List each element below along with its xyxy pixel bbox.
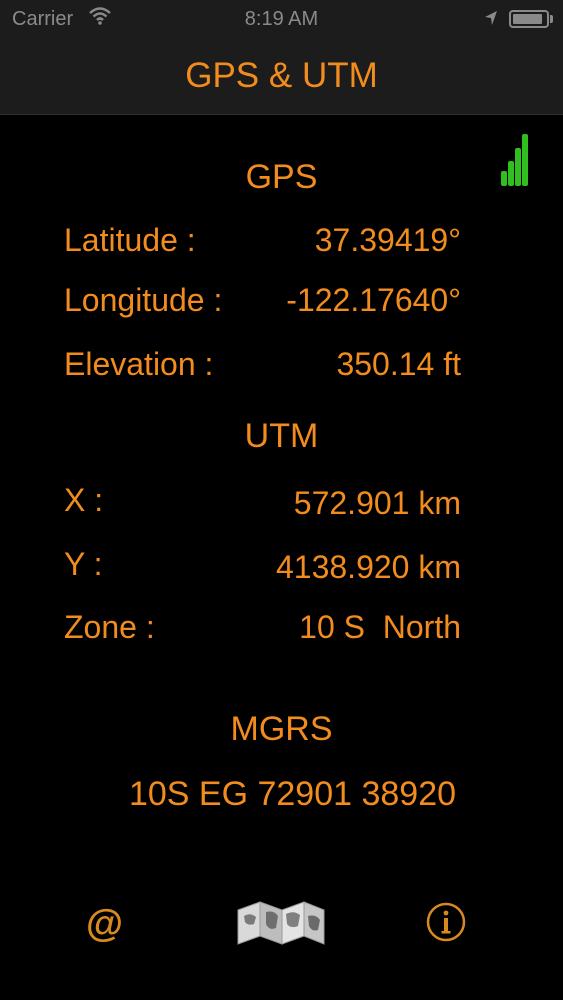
gps-section-title: GPS <box>245 158 318 196</box>
battery-level <box>513 14 542 24</box>
utm-zone-value: 10 S North <box>299 609 461 645</box>
folded-map-icon[interactable] <box>236 898 326 946</box>
clock-time: 8:19 AM <box>244 8 319 30</box>
info-icon[interactable] <box>426 902 466 942</box>
utm-y-value: 4138.920 km <box>275 549 461 585</box>
status-bar: Carrier 8:19 AM <box>0 0 563 38</box>
elevation-label: Elevation : <box>64 346 214 382</box>
utm-x-label: X : <box>64 482 104 518</box>
elevation-value: 350.14 ft <box>336 346 461 382</box>
navigation-bar: GPS & UTM <box>0 38 563 115</box>
latitude-label: Latitude : <box>64 222 196 258</box>
longitude-value: -122.17640° <box>286 282 461 318</box>
latitude-value: 37.39419° <box>314 222 461 258</box>
utm-x-value: 572.901 km <box>293 485 461 521</box>
utm-y-label: Y : <box>64 546 103 582</box>
utm-section-title: UTM <box>244 417 319 455</box>
utm-zone-label: Zone : <box>64 609 155 645</box>
longitude-label: Longitude : <box>64 282 223 318</box>
mgrs-section-title: MGRS <box>230 710 333 748</box>
mgrs-value: 10S EG 72901 38920 <box>128 775 457 813</box>
battery-tip <box>550 15 553 23</box>
email-at-button[interactable]: @ <box>86 903 123 946</box>
page-title: GPS & UTM <box>185 56 378 95</box>
location-arrow-icon <box>484 9 498 32</box>
battery-icon <box>509 10 549 28</box>
